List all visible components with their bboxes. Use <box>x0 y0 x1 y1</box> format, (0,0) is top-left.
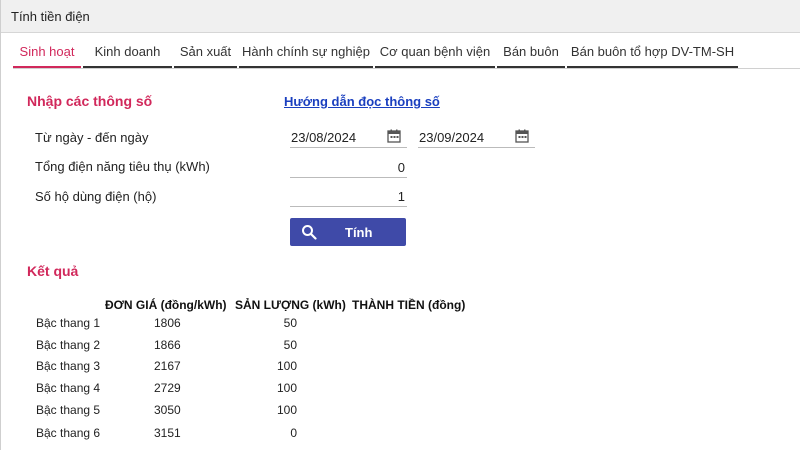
tab-co-quan-benh-vien[interactable]: Cơ quan bệnh viện <box>375 39 495 68</box>
to-date-value: 23/09/2024 <box>419 130 485 145</box>
guide-link[interactable]: Hướng dẫn đọc thông số <box>284 94 440 109</box>
tier-label: Bậc thang 3 <box>36 359 101 373</box>
title-bar: Tính tiền điện <box>1 0 800 33</box>
tier-price: 3151 <box>154 426 181 440</box>
header-amount: THÀNH TIỀN (đồng) <box>352 298 466 312</box>
tier-quantity: 100 <box>276 403 297 417</box>
tier-label: Bậc thang 6 <box>36 426 101 440</box>
tier-quantity: 0 <box>290 426 297 440</box>
tier-quantity: 50 <box>283 338 297 352</box>
table-row: Bậc thang 4 2729 100 <box>1 381 501 403</box>
kwh-value: 0 <box>397 160 405 175</box>
tier-price: 1866 <box>154 338 181 352</box>
tier-quantity: 100 <box>276 381 297 395</box>
date-range-label: Từ ngày - đến ngày <box>35 130 149 145</box>
result-section-title: Kết quả <box>27 263 79 279</box>
households-input[interactable]: 1 <box>290 187 407 207</box>
table-row: Bậc thang 5 3050 100 <box>1 403 501 425</box>
window-title: Tính tiền điện <box>11 9 90 24</box>
calculate-button-label: Tính <box>345 225 373 240</box>
tab-kinh-doanh[interactable]: Kinh doanh <box>83 39 172 68</box>
households-value: 1 <box>397 189 405 204</box>
kwh-input[interactable]: 0 <box>290 158 407 178</box>
tier-quantity: 100 <box>276 359 297 373</box>
calendar-icon[interactable] <box>515 129 529 143</box>
tab-ban-buon[interactable]: Bán buôn <box>497 39 565 68</box>
search-icon <box>302 225 317 240</box>
tier-label: Bậc thang 4 <box>36 381 101 395</box>
tab-hanh-chinh-su-nghiep[interactable]: Hành chính sự nghiệp <box>239 39 373 68</box>
header-price: ĐƠN GIÁ (đồng/kWh) <box>105 298 227 312</box>
app-window: Tính tiền điện Sinh hoạt Kinh doanh Sản … <box>0 0 800 450</box>
input-section-title: Nhập các thông số <box>27 93 153 109</box>
tier-price: 3050 <box>154 403 181 417</box>
tier-quantity: 50 <box>283 316 297 330</box>
households-label: Số hộ dùng điện (hộ) <box>35 189 157 204</box>
kwh-label: Tổng điện năng tiêu thụ (kWh) <box>35 159 210 174</box>
calendar-icon[interactable] <box>387 129 401 143</box>
table-row: Bậc thang 2 1866 50 <box>1 338 501 360</box>
to-date-input[interactable]: 23/09/2024 <box>418 128 535 148</box>
tier-label: Bậc thang 5 <box>36 403 101 417</box>
tab-san-xuat[interactable]: Sản xuất <box>174 39 237 68</box>
table-row: Bậc thang 6 3151 0 <box>1 426 501 448</box>
tab-ban-buon-to-hop[interactable]: Bán buôn tổ hợp DV-TM-SH <box>567 39 738 68</box>
calculate-button[interactable]: Tính <box>290 218 406 246</box>
tab-bar: Sinh hoạt Kinh doanh Sản xuất Hành chính… <box>13 39 800 69</box>
tier-label: Bậc thang 1 <box>36 316 101 330</box>
from-date-input[interactable]: 23/08/2024 <box>290 128 407 148</box>
header-quantity: SẢN LƯỢNG (kWh) <box>235 298 346 312</box>
table-row: Bậc thang 3 2167 100 <box>1 359 501 381</box>
tier-price: 2729 <box>154 381 181 395</box>
table-row: Bậc thang 1 1806 50 <box>1 316 501 338</box>
tier-price: 1806 <box>154 316 181 330</box>
tier-price: 2167 <box>154 359 181 373</box>
tier-label: Bậc thang 2 <box>36 338 101 352</box>
tab-sinh-hoat[interactable]: Sinh hoạt <box>13 39 81 68</box>
from-date-value: 23/08/2024 <box>291 130 357 145</box>
